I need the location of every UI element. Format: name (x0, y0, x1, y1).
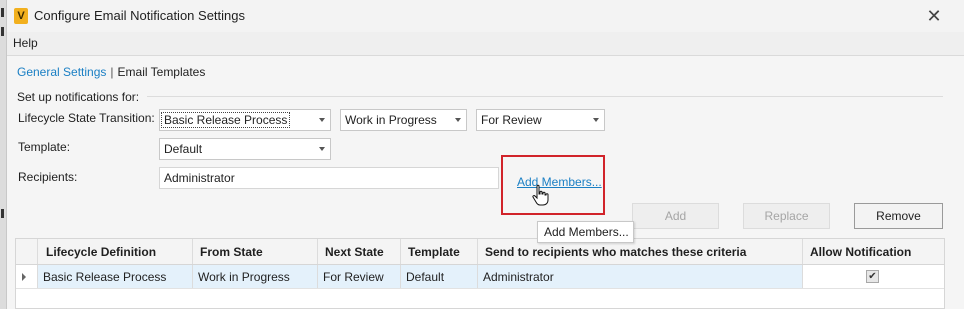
expand-arrow-icon (22, 273, 26, 281)
dialog-window: V Configure Email Notification Settings … (6, 0, 964, 309)
to-state-select[interactable]: For Review (476, 109, 605, 131)
row-expander[interactable] (16, 265, 38, 288)
settings-tabs: General Settings | Email Templates (17, 65, 205, 79)
replace-button[interactable]: Replace (743, 203, 830, 229)
lifecycle-definition-select[interactable]: Basic Release Process (159, 109, 331, 131)
column-header-lifecycle-definition[interactable]: Lifecycle Definition (38, 239, 193, 264)
allow-notification-checkbox[interactable]: ✔ (866, 270, 879, 283)
from-state-value: Work in Progress (345, 113, 437, 127)
chevron-down-icon (455, 118, 461, 122)
table-row[interactable]: Basic Release Process Work in Progress F… (16, 265, 944, 289)
add-members-tooltip: Add Members... (537, 221, 634, 243)
edge-mark (1, 8, 4, 17)
from-state-select[interactable]: Work in Progress (340, 109, 467, 131)
title-bar: V Configure Email Notification Settings … (7, 0, 964, 32)
chevron-down-icon (319, 147, 325, 151)
add-button[interactable]: Add (632, 203, 719, 229)
window-title: Configure Email Notification Settings (34, 8, 245, 23)
column-header-next-state[interactable]: Next State (318, 239, 401, 264)
template-select[interactable]: Default (159, 138, 331, 160)
template-label: Template: (18, 140, 71, 154)
dialog-content: General Settings | Email Templates Set up … (7, 56, 964, 309)
hand-cursor-icon (532, 184, 549, 206)
cell-from-state: Work in Progress (193, 265, 318, 288)
to-state-value: For Review (481, 113, 542, 127)
notifications-grid: Lifecycle Definition From State Next Sta… (15, 238, 945, 309)
recipients-label: Recipients: (18, 170, 78, 184)
lifecycle-transition-label: Lifecycle State Transition: (18, 111, 155, 125)
cell-lifecycle-definition: Basic Release Process (38, 265, 193, 288)
tab-general-settings[interactable]: General Settings (17, 65, 106, 79)
chevron-down-icon (593, 118, 599, 122)
recipients-field[interactable]: Administrator (159, 167, 499, 189)
add-members-link[interactable]: Add Members... (517, 175, 602, 189)
edge-mark (1, 27, 4, 36)
cell-allow-notification: ✔ (803, 265, 944, 288)
remove-button[interactable]: Remove (854, 203, 943, 229)
tab-separator: | (110, 65, 114, 79)
grid-header: Lifecycle Definition From State Next Sta… (16, 239, 944, 265)
section-title: Set up notifications for: (17, 90, 140, 104)
header-expander-column (16, 239, 38, 264)
cell-template: Default (401, 265, 478, 288)
edge-mark (1, 209, 4, 218)
column-header-allow-notification[interactable]: Allow Notification (803, 239, 944, 264)
section-divider (147, 96, 943, 97)
menu-help[interactable]: Help (13, 36, 38, 50)
close-icon[interactable]: ✕ (924, 6, 944, 26)
lifecycle-definition-value: Basic Release Process (161, 112, 291, 128)
chevron-down-icon (319, 118, 325, 122)
vault-app-icon: V (14, 8, 28, 24)
template-value: Default (164, 142, 203, 156)
cell-next-state: For Review (318, 265, 401, 288)
column-header-send-to[interactable]: Send to recipients who matches these cri… (478, 239, 803, 264)
menu-bar: Help (7, 32, 964, 56)
cell-send-to: Administrator (478, 265, 803, 288)
column-header-from-state[interactable]: From State (193, 239, 318, 264)
column-header-template[interactable]: Template (401, 239, 478, 264)
tab-email-templates[interactable]: Email Templates (118, 65, 206, 79)
